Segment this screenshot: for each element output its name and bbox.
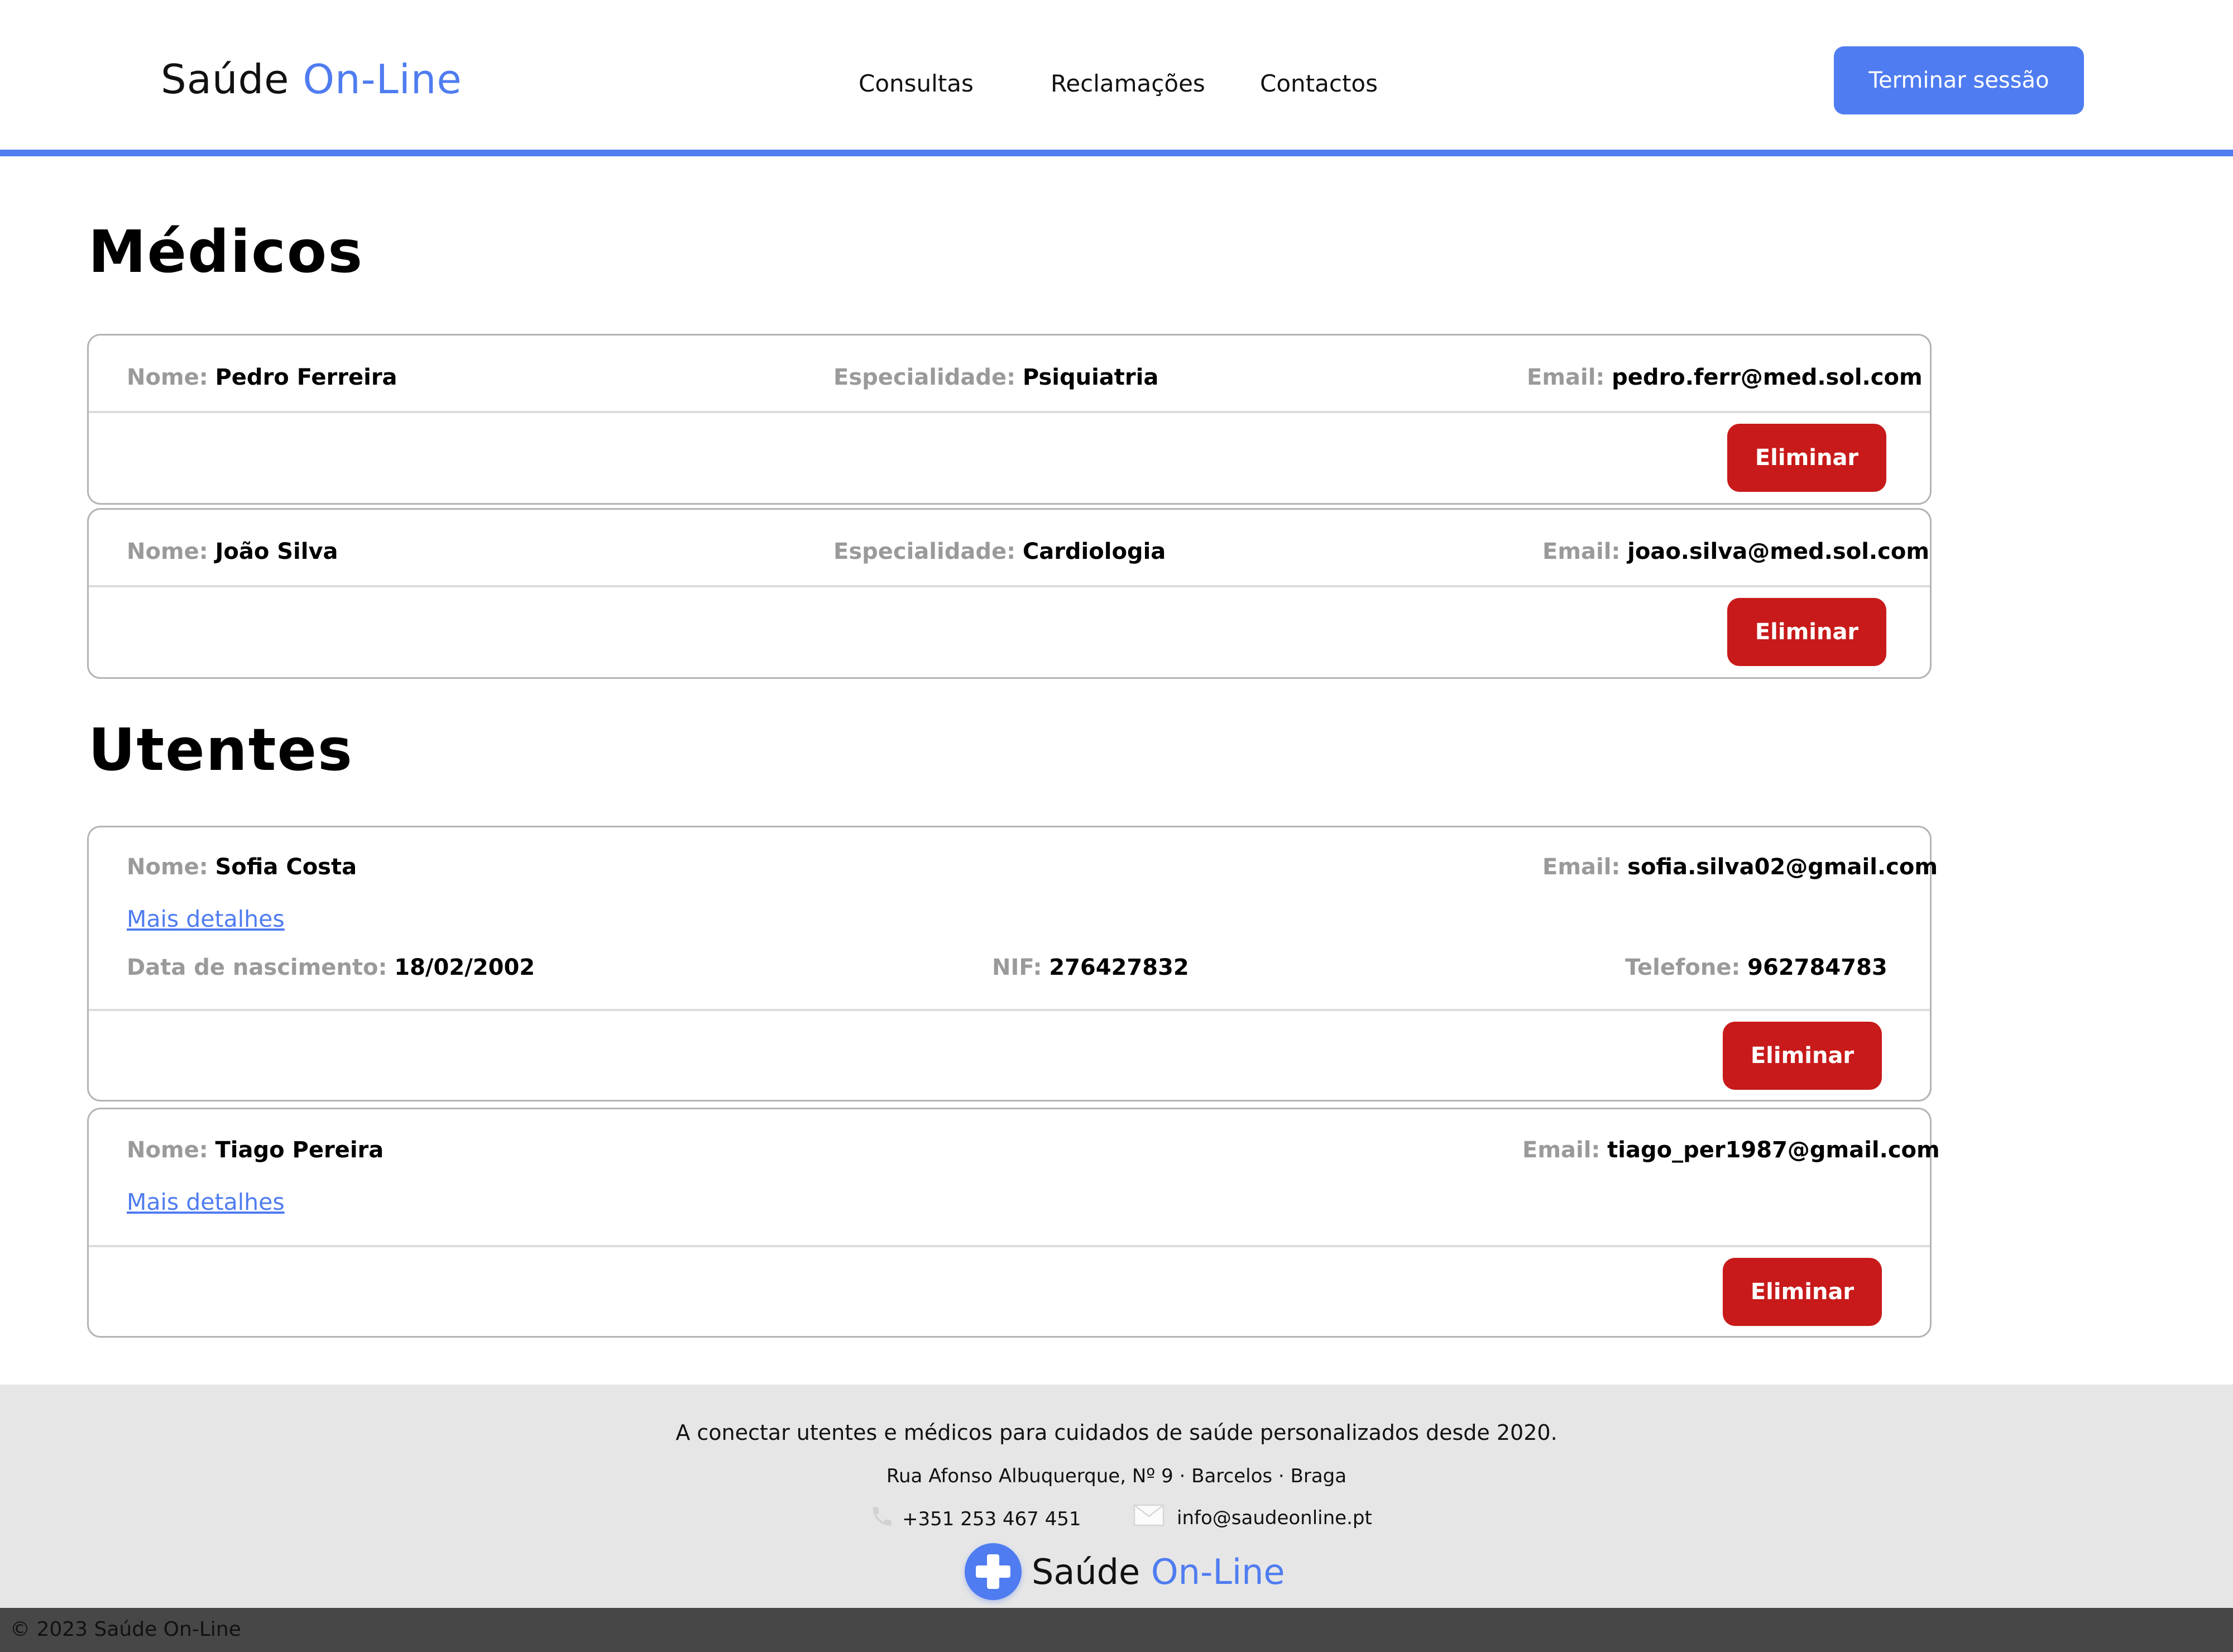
footer-logo[interactable]: Saúde On-Line: [965, 1543, 1285, 1600]
nome-label: Nome:: [127, 1137, 208, 1163]
nome-value: Sofia Costa: [215, 854, 357, 880]
utente-email: Email: tiago_per1987@gmail.com: [1522, 1137, 1940, 1163]
nome-value: Pedro Ferreira: [215, 365, 397, 390]
card-divider: [89, 411, 1930, 413]
nif-label: NIF:: [992, 955, 1042, 980]
medicos-title: Médicos: [88, 218, 364, 286]
nav-reclamacoes[interactable]: Reclamações: [1051, 70, 1205, 97]
card-divider: [89, 585, 1930, 587]
card-divider: [89, 1245, 1930, 1247]
phone-text: +351 253 467 451: [902, 1507, 1081, 1530]
medico-especialidade: Especialidade: Cardiologia: [833, 539, 1166, 564]
medico-especialidade: Especialidade: Psiquiatria: [833, 365, 1158, 390]
brand-main: Saúde: [161, 56, 290, 103]
nav-contactos[interactable]: Contactos: [1260, 70, 1378, 97]
medical-cross-icon: [965, 1543, 1022, 1600]
telefone-value: 962784783: [1747, 955, 1887, 980]
footer-brand-accent: On-Line: [1151, 1551, 1285, 1592]
nome-label: Nome:: [127, 854, 208, 880]
nascimento-label: Data de nascimento:: [127, 955, 387, 980]
eliminar-utente-button[interactable]: Eliminar: [1723, 1258, 1882, 1326]
email-value: tiago_per1987@gmail.com: [1607, 1137, 1940, 1163]
utente-nif: NIF: 276427832: [992, 955, 1189, 980]
email-value: pedro.ferr@med.sol.com: [1612, 365, 1923, 390]
especialidade-label: Especialidade:: [833, 539, 1016, 564]
email-label: Email:: [1542, 539, 1621, 564]
nascimento-value: 18/02/2002: [394, 955, 535, 980]
mais-detalhes-link[interactable]: Mais detalhes: [127, 1189, 285, 1215]
nome-label: Nome:: [127, 365, 208, 390]
medico-email: Email: pedro.ferr@med.sol.com: [1527, 365, 1923, 390]
nome-value: Tiago Pereira: [215, 1137, 384, 1163]
footer-brand: Saúde On-Line: [1032, 1552, 1285, 1592]
footer-phone[interactable]: +351 253 467 451: [870, 1504, 1081, 1534]
eliminar-utente-button[interactable]: Eliminar: [1723, 1022, 1882, 1090]
brand-accent: On-Line: [303, 56, 462, 103]
utente-card: Nome: Sofia Costa Email: sofia.silva02@g…: [87, 826, 1938, 1102]
utente-nascimento: Data de nascimento: 18/02/2002: [127, 955, 535, 980]
email-label: Email:: [1522, 1137, 1601, 1163]
medico-nome: Nome: João Silva: [127, 539, 338, 564]
telefone-label: Telefone:: [1625, 955, 1741, 980]
eliminar-medico-button[interactable]: Eliminar: [1727, 598, 1886, 666]
especialidade-label: Especialidade:: [833, 365, 1016, 390]
nome-label: Nome:: [127, 539, 208, 564]
footer-email[interactable]: info@saudeonline.pt: [1133, 1504, 1372, 1531]
logout-button[interactable]: Terminar sessão: [1834, 46, 2084, 114]
footer-brand-main: Saúde: [1032, 1551, 1141, 1592]
email-value: sofia.silva02@gmail.com: [1627, 854, 1938, 880]
utente-card: Nome: Tiago Pereira Email: tiago_per1987…: [87, 1108, 1940, 1338]
especialidade-value: Psiquiatria: [1022, 365, 1159, 390]
copyright-text: © 2023 Saúde On-Line: [10, 1618, 241, 1641]
brand-logo[interactable]: Saúde On-Line: [161, 56, 462, 103]
utente-telefone: Telefone: 962784783: [1625, 955, 1887, 980]
utente-email: Email: sofia.silva02@gmail.com: [1542, 854, 1938, 880]
envelope-icon: [1133, 1504, 1165, 1531]
email-value: joao.silva@med.sol.com: [1627, 539, 1929, 564]
email-label: Email:: [1542, 854, 1621, 880]
medico-card: Nome: Pedro Ferreira Especialidade: Psiq…: [87, 334, 1932, 505]
especialidade-value: Cardiologia: [1022, 539, 1166, 564]
nome-value: João Silva: [215, 539, 338, 564]
utente-nome: Nome: Sofia Costa: [127, 854, 357, 880]
top-navbar: Saúde On-Line Consultas Reclamações Cont…: [0, 0, 2233, 156]
phone-icon: [870, 1504, 894, 1534]
utentes-title: Utentes: [88, 716, 353, 784]
card-divider: [89, 1009, 1930, 1011]
email-text: info@saudeonline.pt: [1177, 1506, 1372, 1529]
footer-tagline: A conectar utentes e médicos para cuidad…: [675, 1420, 1558, 1445]
nav-consultas[interactable]: Consultas: [859, 70, 974, 97]
footer-address: Rua Afonso Albuquerque, Nº 9 · Barcelos …: [886, 1465, 1347, 1487]
copyright-bar: © 2023 Saúde On-Line: [0, 1608, 2233, 1652]
eliminar-medico-button[interactable]: Eliminar: [1727, 424, 1886, 492]
footer: A conectar utentes e médicos para cuidad…: [0, 1385, 2233, 1608]
medico-nome: Nome: Pedro Ferreira: [127, 365, 397, 390]
email-label: Email:: [1527, 365, 1605, 390]
utente-nome: Nome: Tiago Pereira: [127, 1137, 384, 1163]
medico-email: Email: joao.silva@med.sol.com: [1542, 539, 1929, 564]
mais-detalhes-link[interactable]: Mais detalhes: [127, 906, 285, 932]
medico-card: Nome: João Silva Especialidade: Cardiolo…: [87, 508, 1932, 679]
nif-value: 276427832: [1049, 955, 1189, 980]
